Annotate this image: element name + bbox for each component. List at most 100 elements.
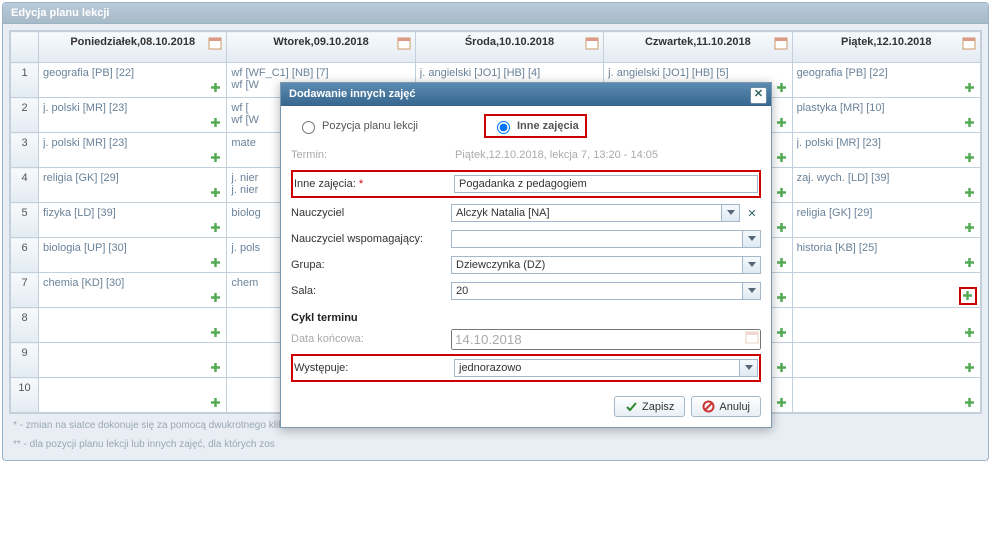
panel-title: Edycja planu lekcji: [3, 3, 988, 24]
plus-icon[interactable]: [775, 291, 789, 305]
plus-icon[interactable]: [963, 186, 977, 200]
lesson-entry[interactable]: chemia [KD] [30]: [43, 277, 222, 289]
input-inne-zajecia[interactable]: [454, 175, 758, 193]
input-data-koncowa[interactable]: [451, 329, 761, 350]
plus-icon[interactable]: [775, 256, 789, 270]
lesson-entry[interactable]: biologia [UP] [30]: [43, 242, 222, 254]
lesson-entry[interactable]: j. polski [MR] [23]: [43, 137, 222, 149]
plus-icon[interactable]: [775, 116, 789, 130]
col-header-mon[interactable]: Poniedziałek,08.10.2018: [39, 32, 227, 63]
combo-nauczyciel[interactable]: Alczyk Natalia [NA]: [451, 204, 740, 222]
plus-icon[interactable]: [963, 396, 977, 410]
plus-icon[interactable]: [775, 81, 789, 95]
calendar-icon[interactable]: [745, 330, 759, 347]
plus-icon[interactable]: [209, 291, 223, 305]
close-icon[interactable]: ✕: [750, 87, 767, 104]
plus-icon[interactable]: [963, 116, 977, 130]
calendar-icon[interactable]: [962, 36, 976, 50]
combo-wystepuje[interactable]: jednorazowo: [454, 359, 758, 377]
lesson-entry[interactable]: historia [KB] [25]: [797, 242, 976, 254]
plus-icon[interactable]: [775, 361, 789, 375]
radio-other-activity[interactable]: Inne zajęcia: [484, 114, 587, 138]
timetable-cell[interactable]: geografia [PB] [22]: [792, 63, 980, 98]
timetable-cell[interactable]: j. polski [MR] [23]: [39, 98, 227, 133]
chevron-down-icon[interactable]: [721, 205, 739, 221]
plus-icon[interactable]: [209, 81, 223, 95]
plus-icon[interactable]: [209, 396, 223, 410]
timetable-cell[interactable]: [792, 378, 980, 413]
timetable-cell[interactable]: zaj. wych. [LD] [39]: [792, 168, 980, 203]
calendar-icon[interactable]: [585, 36, 599, 50]
plus-icon[interactable]: [209, 186, 223, 200]
timetable-cell[interactable]: fizyka [LD] [39]: [39, 203, 227, 238]
timetable-cell[interactable]: geografia [PB] [22]: [39, 63, 227, 98]
lesson-entry[interactable]: wf [WF_C1] [NB] [7]: [231, 67, 410, 79]
col-header-thu[interactable]: Czwartek,11.10.2018: [604, 32, 792, 63]
combo-grupa[interactable]: Dziewczynka (DZ): [451, 256, 761, 274]
lesson-entry[interactable]: j. angielski [JO1] [HB] [5]: [608, 67, 787, 79]
plus-icon[interactable]: [209, 256, 223, 270]
plus-icon[interactable]: [963, 256, 977, 270]
calendar-icon[interactable]: [208, 36, 222, 50]
plus-icon[interactable]: [775, 326, 789, 340]
plus-icon[interactable]: [209, 221, 223, 235]
lesson-entry[interactable]: geografia [PB] [22]: [797, 67, 976, 79]
plus-icon[interactable]: [963, 221, 977, 235]
lesson-entry[interactable]: fizyka [LD] [39]: [43, 207, 222, 219]
chevron-down-icon[interactable]: [739, 360, 757, 376]
timetable-cell[interactable]: historia [KB] [25]: [792, 238, 980, 273]
save-button[interactable]: Zapisz: [614, 396, 685, 417]
calendar-icon[interactable]: [774, 36, 788, 50]
col-label: Środa,10.10.2018: [465, 36, 554, 48]
chevron-down-icon[interactable]: [742, 257, 760, 273]
radio-plan-position[interactable]: Pozycja planu lekcji: [291, 114, 424, 138]
plus-icon[interactable]: [775, 221, 789, 235]
plus-icon[interactable]: [775, 396, 789, 410]
plus-icon[interactable]: [963, 326, 977, 340]
timetable-cell[interactable]: religia [GK] [29]: [792, 203, 980, 238]
plus-icon[interactable]: [209, 326, 223, 340]
plus-icon[interactable]: [963, 361, 977, 375]
plus-icon[interactable]: [209, 151, 223, 165]
timetable-cell[interactable]: j. polski [MR] [23]: [792, 133, 980, 168]
combo-nauczyciel-wsp[interactable]: [451, 230, 761, 248]
timetable-cell[interactable]: [39, 308, 227, 343]
timetable-cell[interactable]: biologia [UP] [30]: [39, 238, 227, 273]
plus-icon[interactable]: [775, 151, 789, 165]
lesson-entry[interactable]: zaj. wych. [LD] [39]: [797, 172, 976, 184]
lesson-entry[interactable]: plastyka [MR] [10]: [797, 102, 976, 114]
plus-icon[interactable]: [209, 361, 223, 375]
lesson-entry[interactable]: religia [GK] [29]: [797, 207, 976, 219]
plus-icon[interactable]: [963, 81, 977, 95]
radio-plan-input[interactable]: [302, 121, 315, 134]
timetable-cell[interactable]: j. polski [MR] [23]: [39, 133, 227, 168]
timetable-cell[interactable]: [792, 273, 980, 308]
timetable-cell[interactable]: [39, 378, 227, 413]
radio-other-input[interactable]: [497, 121, 510, 134]
plus-icon[interactable]: [963, 151, 977, 165]
lesson-entry[interactable]: j. polski [MR] [23]: [797, 137, 976, 149]
lesson-entry[interactable]: geografia [PB] [22]: [43, 67, 222, 79]
timetable-cell[interactable]: religia [GK] [29]: [39, 168, 227, 203]
col-header-tue[interactable]: Wtorek,09.10.2018: [227, 32, 415, 63]
plus-icon[interactable]: [959, 287, 977, 305]
chevron-down-icon[interactable]: [742, 283, 760, 299]
chevron-down-icon[interactable]: [742, 231, 760, 247]
lesson-entry[interactable]: j. angielski [JO1] [HB] [4]: [420, 67, 599, 79]
timetable-cell[interactable]: chemia [KD] [30]: [39, 273, 227, 308]
timetable-cell[interactable]: [39, 343, 227, 378]
plus-icon[interactable]: [775, 186, 789, 200]
clear-nauczyciel-icon[interactable]: ✕: [743, 204, 761, 222]
col-header-wed[interactable]: Środa,10.10.2018: [415, 32, 603, 63]
timetable-cell[interactable]: [792, 343, 980, 378]
plus-icon[interactable]: [209, 116, 223, 130]
lesson-entry[interactable]: religia [GK] [29]: [43, 172, 222, 184]
col-header-fri[interactable]: Piątek,12.10.2018: [792, 32, 980, 63]
calendar-icon[interactable]: [397, 36, 411, 50]
timetable-cell[interactable]: [792, 308, 980, 343]
combo-sala[interactable]: 20: [451, 282, 761, 300]
lesson-entry[interactable]: j. polski [MR] [23]: [43, 102, 222, 114]
cancel-button[interactable]: Anuluj: [691, 396, 761, 417]
row-number: 4: [11, 168, 39, 203]
timetable-cell[interactable]: plastyka [MR] [10]: [792, 98, 980, 133]
